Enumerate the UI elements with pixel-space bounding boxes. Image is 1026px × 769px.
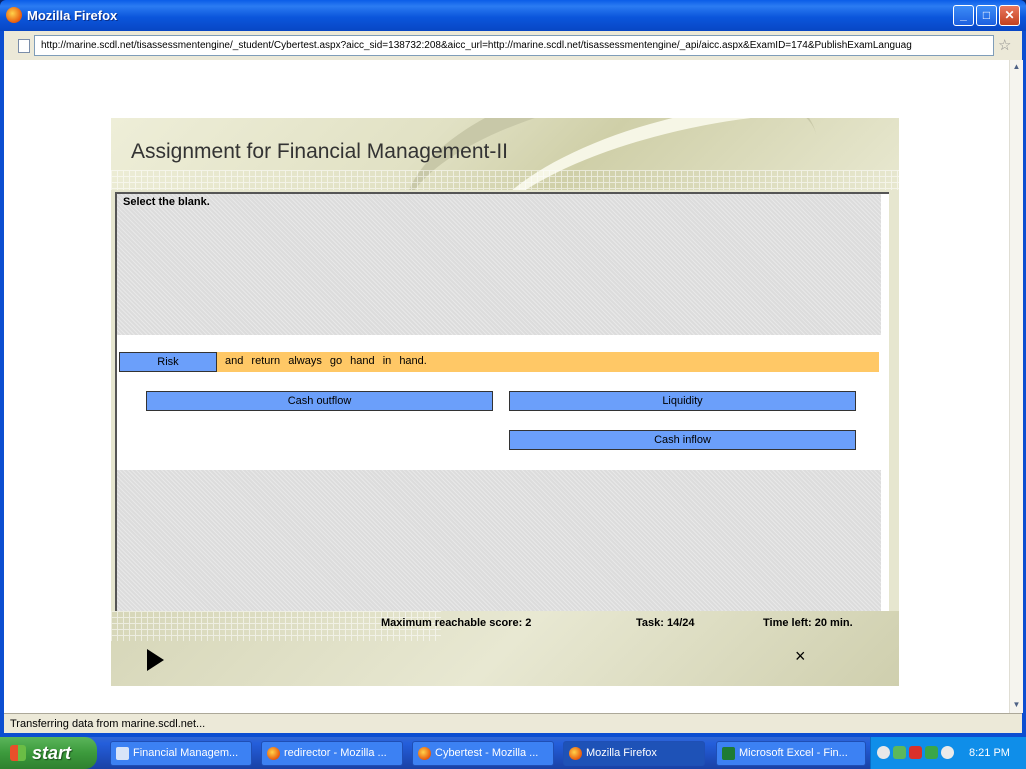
windows-logo-icon — [10, 745, 26, 761]
network-icon[interactable] — [893, 746, 906, 759]
blank-drop-target[interactable]: Risk — [119, 352, 217, 372]
max-score-label: Maximum reachable score: 2 — [381, 617, 532, 629]
question-content: Select the blank. Risk and return always… — [115, 192, 889, 613]
taskbar-item-label: Microsoft Excel - Fin... — [739, 747, 848, 759]
taskbar-item-mozilla-firefox[interactable]: Mozilla Firefox — [563, 741, 705, 766]
antivirus-icon[interactable] — [909, 746, 922, 759]
close-exam-icon[interactable]: × — [795, 646, 806, 667]
firefox-icon — [569, 747, 582, 760]
window-icon — [116, 747, 129, 760]
status-bar: Transferring data from marine.scdl.net..… — [4, 713, 1022, 733]
answer-area-bottom — [117, 470, 881, 613]
maximize-button[interactable]: □ — [976, 5, 997, 26]
taskbar-item-financial-management[interactable]: Financial Managem... — [110, 741, 252, 766]
taskbar-item-label: Mozilla Firefox — [586, 747, 657, 759]
next-play-button[interactable] — [147, 649, 164, 671]
scroll-up-icon[interactable]: ▲ — [1010, 60, 1023, 73]
app-tray-icon[interactable] — [925, 746, 938, 759]
page-icon — [18, 39, 30, 53]
scroll-down-icon[interactable]: ▼ — [1010, 698, 1023, 711]
exam-footer: Maximum reachable score: 2 Task: 14/24 T… — [111, 611, 899, 686]
header-grid-decoration — [111, 170, 899, 190]
taskbar: start Financial Managem... redirector - … — [0, 737, 1026, 769]
clock: 8:21 PM — [969, 747, 1010, 759]
option-cash-outflow[interactable]: Cash outflow — [146, 391, 493, 411]
taskbar-item-excel[interactable]: Microsoft Excel - Fin... — [716, 741, 866, 766]
taskbar-item-redirector[interactable]: redirector - Mozilla ... — [261, 741, 403, 766]
firefox-icon — [6, 7, 22, 23]
exam-title: Assignment for Financial Management-II — [131, 140, 509, 163]
window-title: Mozilla Firefox — [27, 8, 118, 23]
page-viewport: Assignment for Financial Management-II S… — [4, 60, 1009, 713]
tray-arrow-icon[interactable] — [877, 746, 890, 759]
window-titlebar[interactable]: Mozilla Firefox _ □ ✕ — [0, 0, 1026, 31]
task-counter: Task: 14/24 — [636, 617, 695, 629]
taskbar-item-cybertest[interactable]: Cybertest - Mozilla ... — [412, 741, 554, 766]
taskbar-item-label: redirector - Mozilla ... — [284, 747, 387, 759]
messenger-icon[interactable] — [941, 746, 954, 759]
close-window-button[interactable]: ✕ — [999, 5, 1020, 26]
sentence-row: Risk and return always go hand in hand. — [119, 352, 879, 372]
option-liquidity[interactable]: Liquidity — [509, 391, 856, 411]
vertical-scrollbar[interactable]: ▲ ▼ — [1009, 60, 1023, 713]
time-left: Time left: 20 min. — [763, 617, 853, 629]
system-tray: 8:21 PM — [870, 737, 1026, 769]
option-cash-inflow[interactable]: Cash inflow — [509, 430, 856, 450]
minimize-button[interactable]: _ — [953, 5, 974, 26]
address-bar-row: http://marine.scdl.net/tisassessmentengi… — [4, 31, 1022, 60]
taskbar-item-label: Financial Managem... — [133, 747, 239, 759]
exam-header: Assignment for Financial Management-II — [111, 118, 899, 190]
address-input[interactable]: http://marine.scdl.net/tisassessmentengi… — [34, 35, 994, 56]
start-button[interactable]: start — [0, 737, 97, 769]
firefox-icon — [267, 747, 280, 760]
bookmark-star-icon[interactable]: ☆ — [998, 36, 1011, 54]
start-label: start — [32, 743, 72, 763]
question-instruction: Select the blank. — [123, 196, 210, 208]
sentence-text: and return always go hand in hand. — [225, 355, 427, 367]
firefox-icon — [418, 747, 431, 760]
exam-panel: Assignment for Financial Management-II S… — [111, 118, 899, 686]
question-area: Select the blank. — [117, 194, 881, 335]
taskbar-item-label: Cybertest - Mozilla ... — [435, 747, 539, 759]
excel-icon — [722, 747, 735, 760]
